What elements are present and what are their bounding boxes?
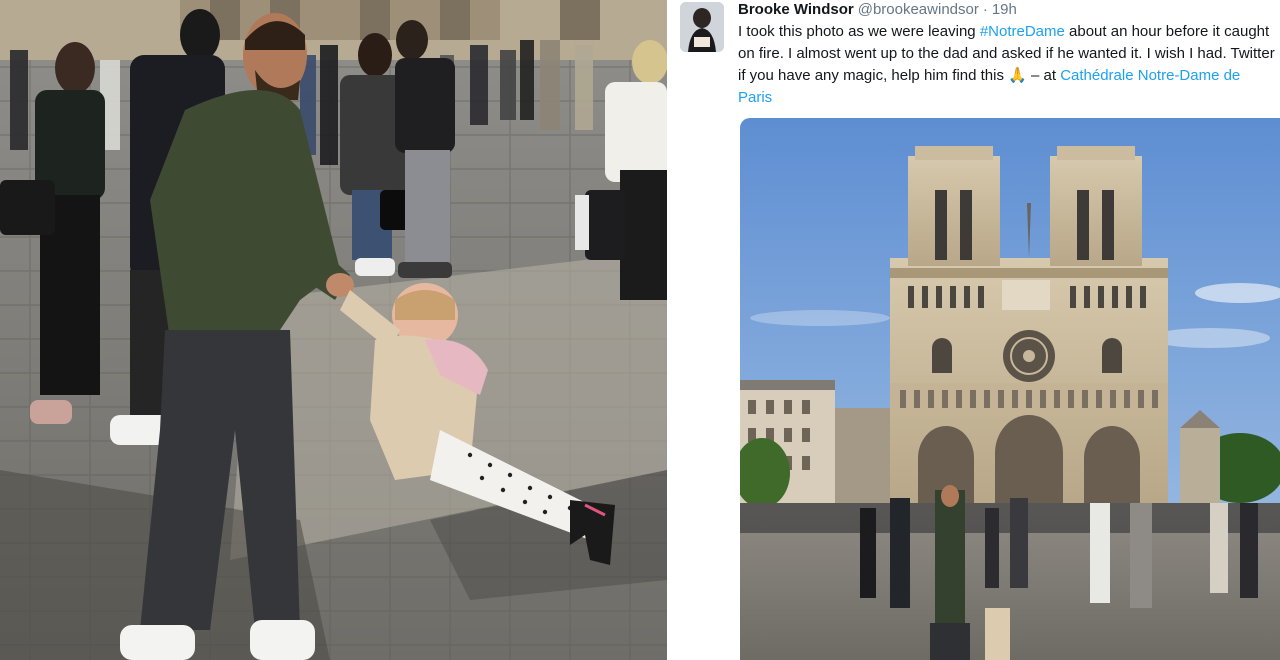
hashtag-link[interactable]: #NotreDame: [980, 23, 1065, 40]
tweet-text-part3: – at: [1026, 67, 1061, 84]
folded-hands-emoji-icon: 🙏: [1008, 67, 1027, 84]
tweet-timestamp[interactable]: 19h: [992, 1, 1017, 18]
tweet-header: Brooke Windsor @brookeawindsor · 19h: [738, 0, 1017, 20]
tweet-text: I took this photo as we were leaving #No…: [738, 21, 1278, 109]
display-name[interactable]: Brooke Windsor: [738, 1, 854, 18]
avatar[interactable]: [680, 2, 724, 52]
tweet-text-part1: I took this photo as we were leaving: [738, 23, 980, 40]
profile-photo-icon: [680, 2, 724, 52]
tweet-photo[interactable]: [740, 118, 1280, 660]
father-daughter-photo: [0, 0, 667, 660]
notre-dame-photo: [740, 118, 1280, 660]
left-photo: [0, 0, 667, 660]
user-handle[interactable]: @brookeawindsor: [858, 1, 979, 18]
tweet-card: Brooke Windsor @brookeawindsor · 19h I took…: [667, 0, 1280, 660]
screenshot-stage: Brooke Windsor @brookeawindsor · 19h I took…: [0, 0, 1280, 660]
separator-dot: ·: [982, 1, 988, 18]
